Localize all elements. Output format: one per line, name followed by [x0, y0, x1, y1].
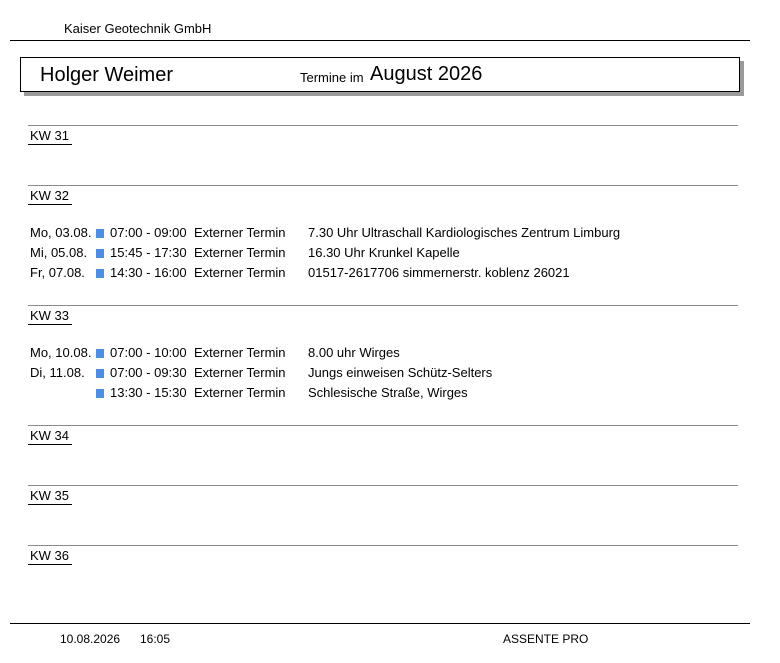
appointment-type: Externer Termin	[194, 245, 286, 260]
week-section: KW 32 Mo, 03.08. 07:00 - 09:00 Externer …	[28, 185, 738, 305]
footer-time: 16:05	[140, 632, 171, 646]
appointment-day: Di, 11.08.	[30, 365, 85, 380]
week-label-underline	[28, 204, 72, 205]
week-label: KW 36	[30, 548, 70, 563]
footer-date: 10.08.2026	[60, 632, 121, 646]
appointment-time: 07:00 - 09:00	[110, 225, 187, 240]
appointment-marker-icon	[96, 249, 104, 258]
week-divider	[28, 485, 738, 486]
person-name: Holger Weimer	[40, 64, 173, 86]
week-divider	[28, 545, 738, 546]
appointment-time: 15:45 - 17:30	[110, 245, 187, 260]
week-label-underline	[28, 144, 72, 145]
appointment-marker-icon	[96, 389, 104, 398]
appointment-row[interactable]: 13:30 - 15:30 Externer Termin Schlesisch…	[28, 384, 738, 404]
appointment-description: Schlesische Straße, Wirges	[308, 385, 468, 400]
week-section: KW 35	[28, 485, 738, 545]
week-label: KW 32	[30, 188, 70, 203]
appointment-description: 16.30 Uhr Krunkel Kapelle	[308, 245, 460, 260]
week-divider	[28, 125, 738, 126]
week-label: KW 31	[30, 128, 70, 143]
appointment-marker-icon	[96, 369, 104, 378]
week-label: KW 34	[30, 428, 70, 443]
appointment-time: 14:30 - 16:00	[110, 265, 187, 280]
week-label-underline	[28, 324, 72, 325]
appointment-marker-icon	[96, 349, 104, 358]
week-section: KW 34	[28, 425, 738, 485]
appointment-row[interactable]: Mi, 05.08. 15:45 - 17:30 Externer Termin…	[28, 244, 738, 264]
appointment-type: Externer Termin	[194, 345, 286, 360]
title-box: Holger Weimer Termine im August 2026	[20, 57, 740, 92]
appointment-type: Externer Termin	[194, 365, 286, 380]
appointment-row[interactable]: Mo, 10.08. 07:00 - 10:00 Externer Termin…	[28, 344, 738, 364]
footer-divider	[10, 623, 750, 624]
company-name: Kaiser Geotechnik GmbH	[64, 21, 212, 36]
header-divider	[10, 40, 750, 41]
appointment-description: 8.00 uhr Wirges	[308, 345, 400, 360]
appointment-row[interactable]: Fr, 07.08. 14:30 - 16:00 Externer Termin…	[28, 264, 738, 284]
appointment-day: Mi, 05.08.	[30, 245, 88, 260]
appointment-row[interactable]: Mo, 03.08. 07:00 - 09:00 Externer Termin…	[28, 224, 738, 244]
appointment-type: Externer Termin	[194, 385, 286, 400]
week-section: KW 31	[28, 125, 738, 185]
footer-app-name: ASSENTE PRO	[503, 632, 589, 646]
week-label-underline	[28, 504, 72, 505]
appointment-marker-icon	[96, 229, 104, 238]
appointment-time: 07:00 - 10:00	[110, 345, 187, 360]
week-label-underline	[28, 564, 72, 565]
week-section: KW 33 Mo, 10.08. 07:00 - 10:00 Externer …	[28, 305, 738, 425]
appointment-row[interactable]: Di, 11.08. 07:00 - 09:30 Externer Termin…	[28, 364, 738, 384]
month-title: August 2026	[370, 63, 483, 85]
termine-label: Termine im	[300, 70, 364, 85]
week-label: KW 35	[30, 488, 70, 503]
week-section: KW 36	[28, 545, 738, 605]
week-label-underline	[28, 444, 72, 445]
appointment-type: Externer Termin	[194, 225, 286, 240]
appointment-description: 7.30 Uhr Ultraschall Kardiologisches Zen…	[308, 225, 621, 240]
week-divider	[28, 425, 738, 426]
week-label: KW 33	[30, 308, 70, 323]
appointment-description: Jungs einweisen Schütz-Selters	[308, 365, 493, 380]
week-divider	[28, 185, 738, 186]
appointment-type: Externer Termin	[194, 265, 286, 280]
appointment-time: 07:00 - 09:30	[110, 365, 187, 380]
appointment-marker-icon	[96, 269, 104, 278]
appointment-time: 13:30 - 15:30	[110, 385, 187, 400]
appointment-description: 01517-2617706 simmernerstr. koblenz 2602…	[308, 265, 570, 280]
appointment-day: Mo, 03.08.	[30, 225, 92, 240]
appointment-day: Fr, 07.08.	[30, 265, 85, 280]
appointment-day: Mo, 10.08.	[30, 345, 92, 360]
week-divider	[28, 305, 738, 306]
